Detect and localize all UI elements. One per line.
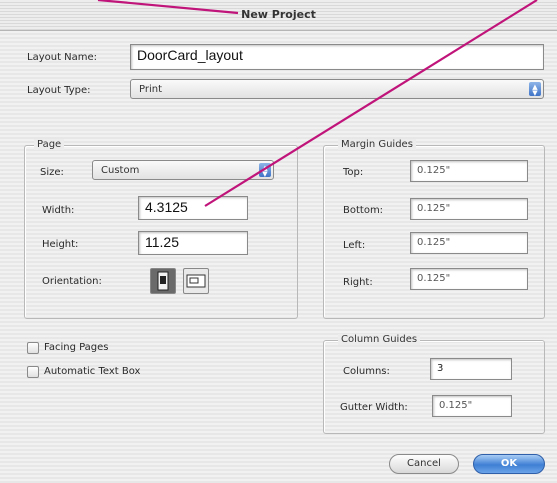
page-group-title: Page [34, 139, 65, 150]
size-value: Custom [101, 165, 140, 176]
gutter-width-label: Gutter Width: [340, 402, 408, 413]
portrait-orientation-icon[interactable] [150, 268, 176, 294]
popup-arrows-icon: ▲ ▼ [529, 82, 541, 97]
columns-label: Columns: [343, 366, 390, 377]
columns-field[interactable]: 3 [430, 358, 512, 380]
facing-pages-label: Facing Pages [44, 342, 109, 353]
orientation-label: Orientation: [42, 276, 102, 287]
column-guides-title: Column Guides [338, 334, 421, 345]
cancel-button[interactable]: Cancel [389, 454, 459, 474]
width-label: Width: [42, 205, 75, 216]
facing-pages-checkbox[interactable] [27, 342, 39, 354]
margin-top-label: Top: [343, 167, 364, 178]
popup-arrows-icon: ▲ ▼ [259, 163, 271, 178]
layout-type-value: Print [139, 84, 163, 95]
margin-right-label: Right: [343, 277, 373, 288]
size-select[interactable]: Custom ▲ ▼ [92, 160, 274, 180]
ok-button[interactable]: OK [473, 454, 545, 474]
margin-left-label: Left: [343, 240, 366, 251]
height-field[interactable]: 11.25 [138, 231, 248, 255]
width-field[interactable]: 4.3125 [138, 196, 248, 220]
gutter-width-field[interactable]: 0.125" [432, 395, 512, 417]
column-guides-group [323, 340, 545, 434]
margin-top-field[interactable]: 0.125" [410, 160, 528, 182]
landscape-orientation-icon[interactable] [183, 268, 209, 294]
window-title: New Project [241, 8, 316, 21]
layout-name-label: Layout Name: [27, 52, 98, 63]
automatic-text-box-checkbox[interactable] [27, 366, 39, 378]
margin-bottom-label: Bottom: [343, 205, 384, 216]
height-label: Height: [42, 239, 79, 250]
automatic-text-box-label: Automatic Text Box [44, 366, 141, 377]
margin-bottom-field[interactable]: 0.125" [410, 198, 528, 220]
title-bar: New Project [0, 0, 557, 31]
size-label: Size: [40, 167, 64, 178]
margin-right-field[interactable]: 0.125" [410, 268, 528, 290]
layout-name-field[interactable]: DoorCard_layout [130, 44, 544, 70]
layout-type-select[interactable]: Print ▲ ▼ [130, 79, 544, 99]
margin-guides-title: Margin Guides [338, 139, 416, 150]
layout-type-label: Layout Type: [27, 85, 91, 96]
margin-left-field[interactable]: 0.125" [410, 232, 528, 254]
